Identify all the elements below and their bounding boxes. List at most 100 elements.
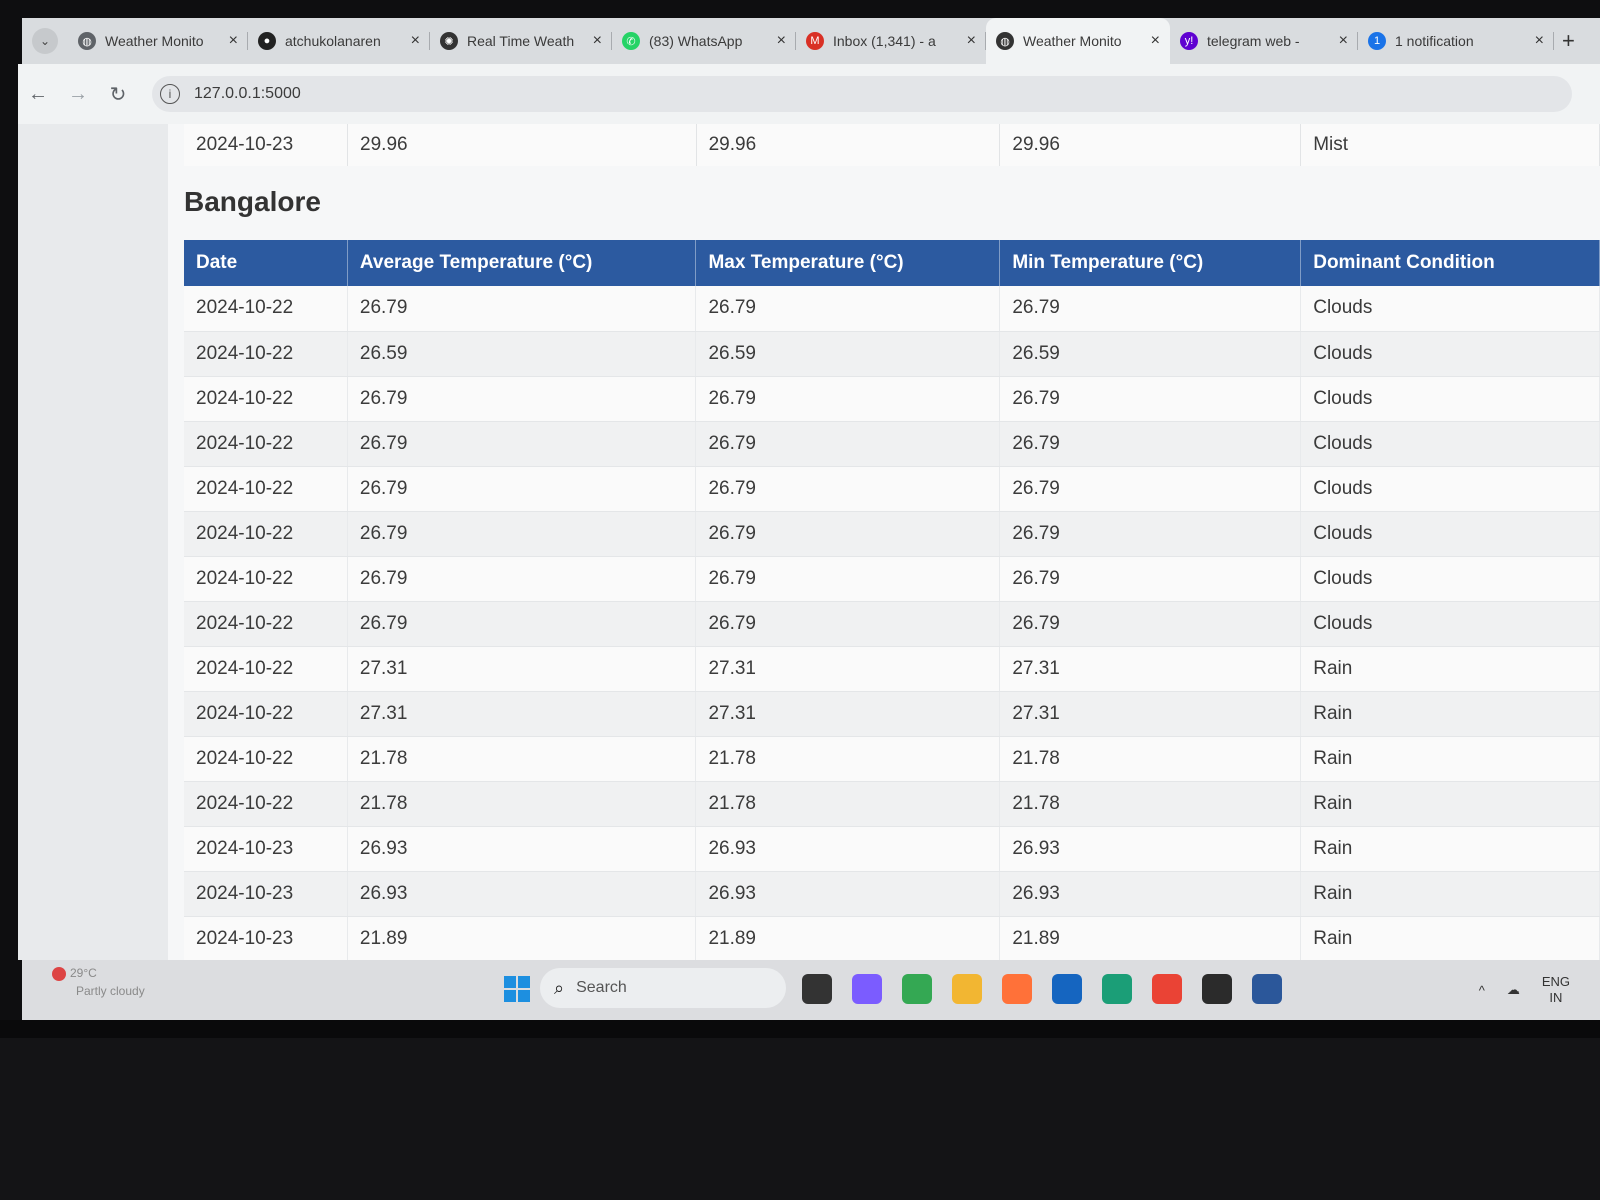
cell-max-temp: 26.79 — [695, 466, 1001, 512]
cell-max-temp: 26.93 — [695, 826, 1001, 872]
terminal-icon[interactable] — [1202, 974, 1232, 1004]
cell-date: 2024-10-23 — [184, 871, 348, 917]
url-text: 127.0.0.1:5000 — [194, 85, 301, 102]
chrome-icon[interactable] — [902, 974, 932, 1004]
close-icon[interactable]: × — [593, 32, 602, 50]
bezel-edge — [0, 1020, 1600, 1038]
openai-icon: ✺ — [440, 32, 458, 50]
browser-tab[interactable]: M Inbox (1,341) - a × — [796, 18, 986, 64]
back-button[interactable]: ← — [18, 83, 58, 106]
tab-search-button[interactable]: ⌄ — [32, 28, 58, 54]
reload-button[interactable]: ↻ — [98, 82, 138, 107]
table-row: 2024-10-22 21.78 21.78 21.78 Rain — [184, 736, 1600, 782]
previous-city-table: 2024-10-23 29.96 29.96 29.96 Mist — [184, 124, 1600, 166]
cell-condition: Clouds — [1300, 421, 1600, 467]
browser-tab[interactable]: ✺ Real Time Weath × — [430, 18, 612, 64]
tab-label: telegram web - — [1207, 33, 1300, 49]
weather-widget[interactable]: 29°C Partly cloudy — [52, 964, 145, 1000]
cell-min-temp: 26.93 — [999, 871, 1302, 917]
cell-max-temp: 26.79 — [695, 556, 1001, 602]
edge-icon[interactable] — [1102, 974, 1132, 1004]
store-icon[interactable] — [1052, 974, 1082, 1004]
header-date: Date — [184, 240, 348, 286]
cell-date: 2024-10-22 — [184, 286, 348, 332]
cell-max-temp: 26.59 — [695, 331, 1001, 377]
tab-label: atchukolanaren — [285, 33, 381, 49]
cell-avg-temp: 26.93 — [347, 871, 697, 917]
close-icon[interactable]: × — [1339, 32, 1348, 50]
browser-tab[interactable]: ✆ (83) WhatsApp × — [612, 18, 796, 64]
close-icon[interactable]: × — [229, 32, 238, 50]
weather-desc: Partly cloudy — [76, 984, 145, 998]
cell-max-temp: 27.31 — [695, 646, 1001, 692]
task-view-icon[interactable] — [802, 974, 832, 1004]
tab-label: 1 notification — [1395, 33, 1474, 49]
new-tab-button[interactable]: + — [1562, 28, 1575, 54]
cell-date: 2024-10-23 — [184, 916, 348, 960]
close-icon[interactable]: × — [777, 32, 786, 50]
search-icon: ⌕ — [554, 977, 565, 998]
cell-date: 2024-10-22 — [184, 646, 348, 692]
cell-max-temp: 26.93 — [695, 871, 1001, 917]
cell-date: 2024-10-22 — [184, 376, 348, 422]
system-tray: ^ ☁ ENG IN — [1479, 974, 1570, 1006]
copilot-icon[interactable] — [852, 974, 882, 1004]
cell-date: 2024-10-22 — [184, 781, 348, 827]
firefox-icon[interactable] — [1002, 974, 1032, 1004]
start-button[interactable] — [504, 976, 530, 1002]
cell-max-temp: 26.79 — [695, 286, 1001, 332]
browser-tab[interactable]: ◍ Weather Monito × — [68, 18, 248, 64]
site-info-icon[interactable]: i — [160, 84, 180, 104]
cell-min-temp: 26.79 — [999, 466, 1302, 512]
cell-condition: Mist — [1300, 124, 1600, 166]
cell-avg-temp: 26.79 — [347, 466, 697, 512]
browser-tab[interactable]: ● atchukolanaren × — [248, 18, 430, 64]
globe-icon: ◍ — [78, 32, 96, 50]
tab-label: Inbox (1,341) - a — [833, 33, 936, 49]
tab-label: (83) WhatsApp — [649, 33, 743, 49]
address-bar[interactable]: i 127.0.0.1:5000 — [152, 76, 1572, 112]
browser-tab[interactable]: y! telegram web - × — [1170, 18, 1358, 64]
file-explorer-icon[interactable] — [952, 974, 982, 1004]
cell-avg-temp: 21.89 — [347, 916, 697, 960]
chrome-active-icon[interactable] — [1152, 974, 1182, 1004]
cell-min-temp: 26.79 — [999, 511, 1302, 557]
pinned-apps — [802, 974, 1282, 1004]
browser-tab[interactable]: ◍ Weather Monito × — [986, 18, 1170, 64]
cell-min-temp: 27.31 — [999, 646, 1302, 692]
onedrive-icon[interactable]: ☁ — [1507, 982, 1520, 998]
close-icon[interactable]: × — [967, 32, 976, 50]
cell-avg-temp: 21.78 — [347, 781, 697, 827]
cell-avg-temp: 26.79 — [347, 511, 697, 557]
lang-line1: ENG — [1541, 974, 1570, 989]
browser-tab[interactable]: 1 1 notification × — [1358, 18, 1554, 64]
gmail-icon: M — [806, 32, 824, 50]
close-icon[interactable]: × — [411, 32, 420, 50]
tab-label: Weather Monito — [1023, 33, 1122, 49]
cell-avg-temp: 29.96 — [347, 124, 697, 166]
table-row: 2024-10-22 26.79 26.79 26.79 Clouds — [184, 421, 1600, 467]
chevron-up-icon[interactable]: ^ — [1479, 983, 1485, 998]
city-heading: Bangalore — [184, 186, 321, 217]
table-row: 2024-10-22 26.79 26.79 26.79 Clouds — [184, 556, 1600, 602]
cell-max-temp: 21.89 — [695, 916, 1001, 960]
taskbar-search[interactable]: ⌕ Search — [540, 968, 786, 1008]
cell-avg-temp: 26.93 — [347, 826, 697, 872]
close-icon[interactable]: × — [1151, 32, 1160, 50]
cell-min-temp: 26.93 — [999, 826, 1302, 872]
cell-min-temp: 27.31 — [999, 691, 1302, 737]
cell-avg-temp: 26.59 — [347, 331, 697, 377]
cell-avg-temp: 26.79 — [347, 376, 697, 422]
cell-condition: Rain — [1300, 871, 1600, 917]
word-icon[interactable] — [1252, 974, 1282, 1004]
forward-button[interactable]: → — [58, 83, 98, 106]
close-icon[interactable]: × — [1535, 32, 1544, 50]
cell-min-temp: 26.79 — [999, 286, 1302, 332]
table-row: 2024-10-22 26.59 26.59 26.59 Clouds — [184, 331, 1600, 377]
cell-date: 2024-10-23 — [184, 124, 349, 166]
table-row: 2024-10-22 26.79 26.79 26.79 Clouds — [184, 376, 1600, 422]
tab-label: Weather Monito — [105, 33, 204, 49]
chevron-down-icon: ⌄ — [39, 34, 51, 48]
yahoo-icon: y! — [1180, 32, 1198, 50]
language-indicator[interactable]: ENG IN — [1542, 974, 1570, 1006]
